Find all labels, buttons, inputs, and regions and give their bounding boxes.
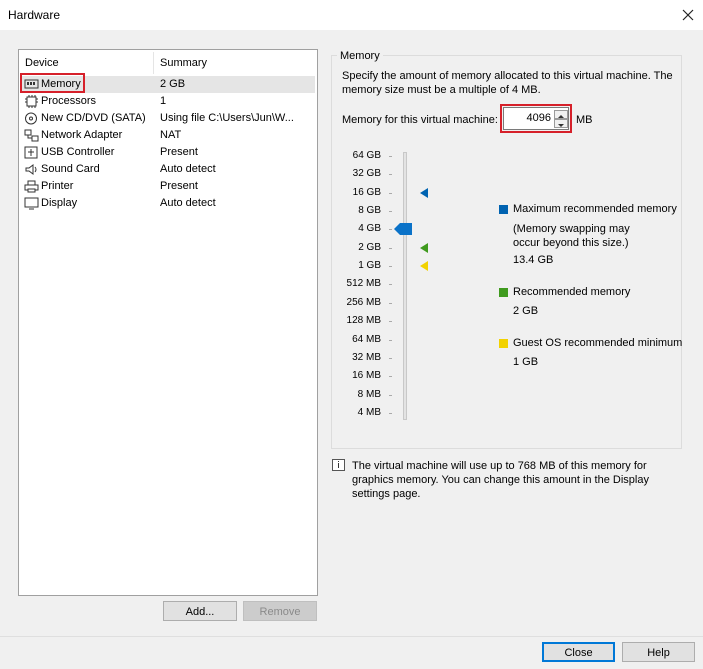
remove-button[interactable]: Remove <box>243 601 317 621</box>
memory-scale-tick <box>389 266 392 268</box>
device-row-display[interactable]: Display Auto detect <box>21 195 315 212</box>
max-recommended-title: Maximum recommended memory <box>513 203 677 215</box>
memory-input-highlight <box>500 104 572 133</box>
device-row-printer[interactable]: Printer Present <box>21 178 315 195</box>
info-icon <box>332 459 345 471</box>
device-name: Network Adapter <box>41 129 123 141</box>
device-list[interactable]: Device Summary Memory 2 GB Processors 1 … <box>18 49 318 596</box>
memory-scale-tick <box>389 211 392 213</box>
memory-scale-label: 64 MB <box>352 333 381 345</box>
memory-scale-label: 4 GB <box>358 223 381 235</box>
max-recommended-swatch <box>499 205 508 214</box>
footer-divider <box>0 636 703 637</box>
memory-row-highlight <box>20 73 85 93</box>
memory-scale-tick <box>389 192 392 194</box>
recommended-title: Recommended memory <box>513 286 631 298</box>
memory-scale-tick <box>389 156 392 157</box>
max-recommended-marker <box>420 187 428 198</box>
add-button[interactable]: Add... <box>163 601 237 621</box>
memory-unit-label: MB <box>576 114 593 126</box>
usb-controller-icon <box>24 146 39 159</box>
recommended-swatch <box>499 288 508 297</box>
memory-scale-label: 256 MB <box>346 296 381 308</box>
guest-min-marker <box>420 261 428 272</box>
memory-slider-track[interactable] <box>403 152 407 420</box>
memory-slider-thumb[interactable] <box>394 223 414 238</box>
memory-scale-tick <box>389 321 392 323</box>
guest-min-value: 1 GB <box>513 356 539 368</box>
max-recommended-note: (Memory swapping may occur beyond this s… <box>513 223 630 249</box>
memory-scale-tick <box>389 284 392 286</box>
close-button[interactable]: Close <box>542 642 615 662</box>
memory-scale-label: 64 GB <box>352 150 381 161</box>
memory-description: Specify the amount of memory allocated t… <box>342 70 673 96</box>
device-row-cd-dvd[interactable]: New CD/DVD (SATA) Using file C:\Users\Ju… <box>21 110 315 127</box>
sound-card-icon <box>24 163 39 176</box>
max-recommended-value: 13.4 GB <box>513 254 554 266</box>
recommended-marker <box>420 242 428 253</box>
device-summary: 1 <box>160 95 167 107</box>
memory-scale-tick <box>389 394 392 396</box>
device-name: Display <box>41 197 78 209</box>
memory-scale-label: 2 GB <box>358 241 381 253</box>
device-name: Processors <box>41 95 97 107</box>
device-row-usb-controller[interactable]: USB Controller Present <box>21 144 315 161</box>
network-adapter-icon <box>24 129 39 142</box>
device-row-sound-card[interactable]: Sound Card Auto detect <box>21 161 315 178</box>
memory-scale-label: 32 GB <box>352 168 381 180</box>
device-summary: Using file C:\Users\Jun\W... <box>160 112 294 124</box>
column-separator[interactable] <box>153 52 154 74</box>
cd-dvd-icon <box>24 112 39 125</box>
memory-scale-tick <box>389 229 392 231</box>
device-row-processors[interactable]: Processors 1 <box>21 93 315 110</box>
memory-scale-label: 8 MB <box>357 388 381 400</box>
memory-scale-label: 4 MB <box>357 406 381 418</box>
display-icon <box>24 197 39 210</box>
summary-column-header[interactable]: Summary <box>160 57 207 69</box>
printer-icon <box>24 180 39 193</box>
device-summary: NAT <box>160 129 182 141</box>
help-button[interactable]: Help <box>622 642 695 662</box>
memory-scale-label: 16 MB <box>352 370 381 382</box>
device-summary: Present <box>160 180 198 192</box>
processor-icon <box>24 95 39 108</box>
graphics-memory-info: The virtual machine will use up to 768 M… <box>352 460 649 500</box>
guest-min-swatch <box>499 339 508 348</box>
title-bar <box>0 0 703 30</box>
memory-scale-tick <box>389 412 392 414</box>
memory-scale-tick <box>389 247 392 249</box>
memory-field-label: Memory for this virtual machine: <box>342 114 498 126</box>
device-summary: 2 GB <box>160 78 186 90</box>
memory-scale-tick <box>389 357 392 359</box>
window-title: Hardware <box>8 8 61 22</box>
device-name: New CD/DVD (SATA) <box>41 112 146 124</box>
device-row-network-adapter[interactable]: Network Adapter NAT <box>21 127 315 144</box>
memory-scale-label: 16 GB <box>352 186 381 198</box>
memory-scale-label: 512 MB <box>346 278 381 290</box>
memory-group-label: Memory <box>337 50 383 62</box>
memory-scale-label: 128 MB <box>346 315 381 327</box>
device-summary: Present <box>160 146 198 158</box>
recommended-value: 2 GB <box>513 305 539 317</box>
memory-scale-label: 32 MB <box>352 351 381 363</box>
memory-scale-tick <box>389 339 392 341</box>
memory-scale-tick <box>389 376 392 378</box>
device-summary: Auto detect <box>160 197 216 209</box>
device-column-header[interactable]: Device <box>25 57 59 69</box>
close-icon[interactable] <box>676 3 700 27</box>
device-name: USB Controller <box>41 146 115 158</box>
device-summary: Auto detect <box>160 163 216 175</box>
memory-scale-label: 8 GB <box>358 205 381 217</box>
memory-scale-tick <box>389 174 392 176</box>
memory-scale-label: 1 GB <box>358 260 381 272</box>
device-name: Sound Card <box>41 163 100 175</box>
guest-min-title: Guest OS recommended minimum <box>513 337 683 349</box>
device-name: Printer <box>41 180 74 192</box>
memory-scale-tick <box>389 302 392 304</box>
